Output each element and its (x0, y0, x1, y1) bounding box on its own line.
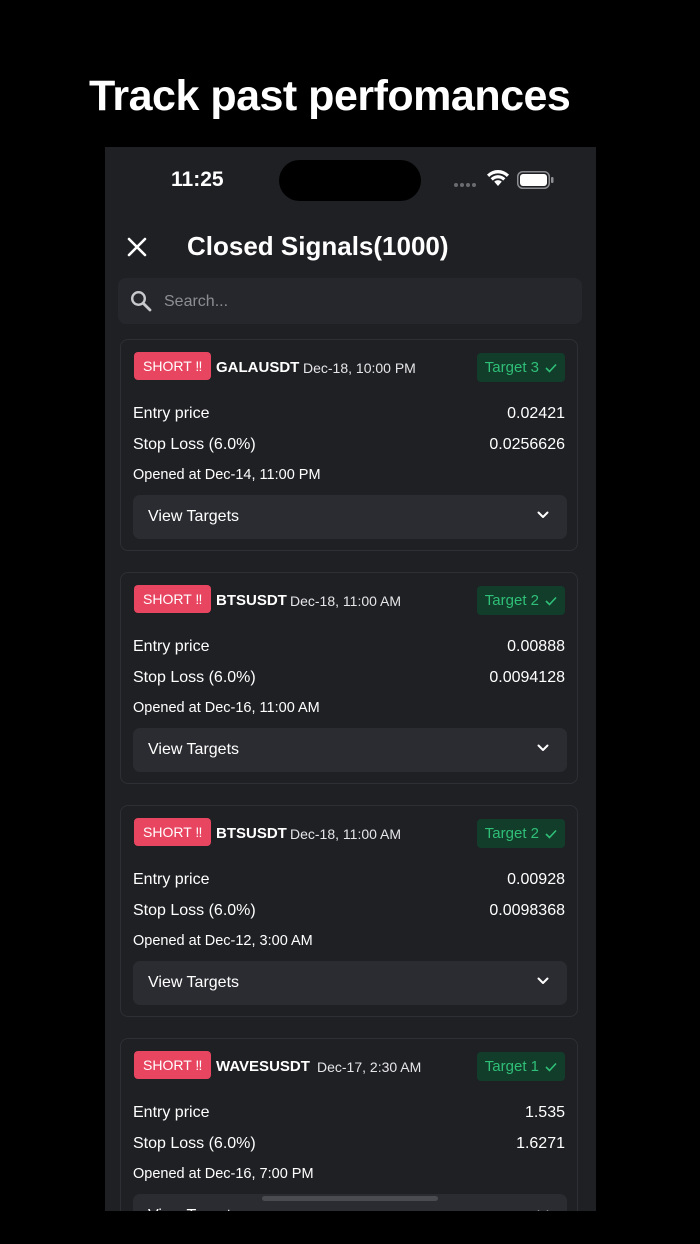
stop-loss-label: Stop Loss (6.0%) (133, 1135, 256, 1152)
pair-symbol: GALAUSDT (216, 359, 300, 376)
pair-symbol: BTSUSDT (216, 825, 287, 842)
checkmark-icon (545, 363, 557, 373)
stop-loss-label: Stop Loss (6.0%) (133, 902, 256, 919)
entry-price-label: Entry price (133, 871, 210, 888)
target-badge: Target 2 (476, 819, 565, 848)
view-targets-button[interactable]: View Targets (133, 495, 567, 539)
stop-loss-value: 1.6271 (516, 1135, 565, 1152)
entry-price-label: Entry price (133, 638, 210, 655)
target-badge: Target 1 (476, 1052, 565, 1081)
home-indicator[interactable] (262, 1196, 438, 1201)
stop-loss-label: Stop Loss (6.0%) (133, 669, 256, 686)
entry-price-value: 0.02421 (507, 405, 565, 422)
wifi-icon (487, 170, 509, 186)
signal-date: Dec-18, 10:00 PM (303, 360, 416, 376)
pair-symbol: WAVESUSDT (216, 1058, 310, 1075)
opened-at: Opened at Dec-14, 11:00 PM (133, 467, 321, 483)
signal-card: SHORT ‼ GALAUSDT Dec-18, 10:00 PM Target… (120, 339, 578, 551)
search-input[interactable] (162, 278, 566, 326)
stop-loss-value: 0.0098368 (489, 902, 565, 919)
entry-price-value: 0.00888 (507, 638, 565, 655)
view-targets-label: View Targets (148, 974, 240, 991)
entry-price-value: 0.00928 (507, 871, 565, 888)
view-targets-button[interactable]: View Targets (133, 728, 567, 772)
signal-card: SHORT ‼ WAVESUSDT Dec-17, 2:30 AM Target… (120, 1038, 578, 1211)
target-label: Target 2 (484, 592, 539, 609)
view-targets-label: View Targets (148, 741, 240, 758)
chevron-down-icon (537, 1210, 549, 1211)
signal-card: SHORT ‼ BTSUSDT Dec-18, 11:00 AM Target … (120, 572, 578, 784)
promo-headline: Track past perfomances (89, 72, 571, 120)
signal-date: Dec-18, 11:00 AM (290, 593, 402, 609)
opened-at: Opened at Dec-16, 7:00 PM (133, 1166, 314, 1182)
direction-badge: SHORT ‼ (134, 352, 212, 380)
dynamic-island (279, 160, 421, 201)
direction-badge: SHORT ‼ (134, 585, 212, 613)
chevron-down-icon (537, 511, 549, 518)
search-icon (130, 290, 152, 312)
entry-price-label: Entry price (133, 1104, 210, 1121)
signal-date: Dec-18, 11:00 AM (290, 826, 402, 842)
opened-at: Opened at Dec-12, 3:00 AM (133, 933, 313, 949)
target-badge: Target 3 (476, 353, 565, 382)
entry-price-label: Entry price (133, 405, 210, 422)
search-bar[interactable] (118, 278, 582, 326)
target-label: Target 1 (484, 1058, 539, 1075)
pair-symbol: BTSUSDT (216, 592, 287, 609)
close-icon[interactable] (125, 235, 149, 259)
view-targets-label: View Targets (148, 508, 240, 525)
checkmark-icon (545, 1062, 557, 1072)
checkmark-icon (545, 829, 557, 839)
stop-loss-value: 0.0256626 (489, 436, 565, 453)
signal-card: SHORT ‼ BTSUSDT Dec-18, 11:00 AM Target … (120, 805, 578, 1017)
status-time: 11:25 (171, 168, 224, 191)
direction-badge: SHORT ‼ (134, 1051, 212, 1079)
phone-screen: 11:25 Closed Signals(1000) SHORT ‼ GALAU… (105, 147, 596, 1211)
stop-loss-value: 0.0094128 (489, 669, 565, 686)
checkmark-icon (545, 596, 557, 606)
target-label: Target 3 (484, 359, 539, 376)
view-targets-label: View Targets (148, 1207, 239, 1211)
opened-at: Opened at Dec-16, 11:00 AM (133, 700, 320, 716)
target-label: Target 2 (484, 825, 539, 842)
chevron-down-icon (537, 744, 549, 751)
stop-loss-label: Stop Loss (6.0%) (133, 436, 256, 453)
page-title: Closed Signals(1000) (187, 231, 449, 261)
battery-icon (517, 171, 554, 189)
entry-price-value: 1.535 (524, 1104, 565, 1121)
direction-badge: SHORT ‼ (134, 818, 212, 846)
view-targets-button[interactable]: View Targets (133, 961, 567, 1005)
chevron-down-icon (537, 977, 549, 984)
signal-date: Dec-17, 2:30 AM (317, 1059, 422, 1075)
target-badge: Target 2 (476, 586, 565, 615)
cellular-signal-icon (454, 183, 476, 187)
